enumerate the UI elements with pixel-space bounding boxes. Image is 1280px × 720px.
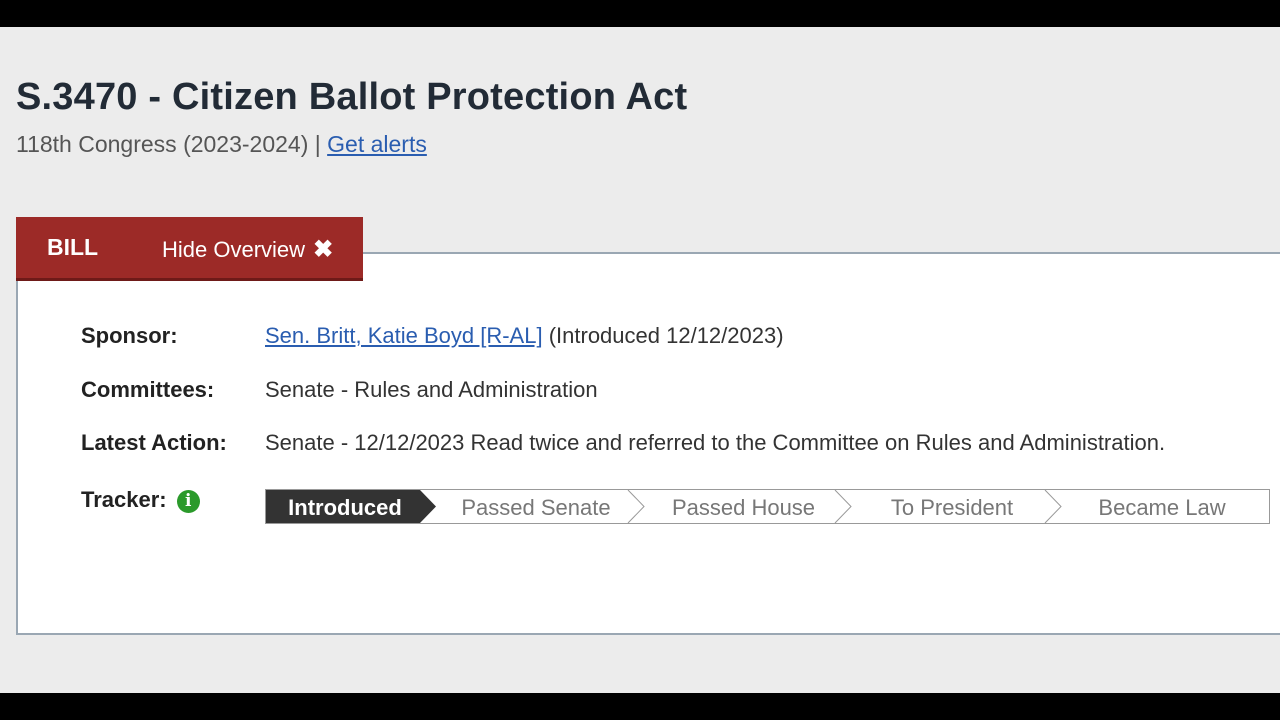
sponsor-label: Sponsor:: [81, 323, 178, 348]
hide-overview-button[interactable]: Hide Overview ✖: [162, 235, 333, 264]
sponsor-introduced-note: (Introduced 12/12/2023): [548, 323, 784, 348]
bill-progress-tracker: Introduced Passed Senate Passed House To Pr…: [265, 489, 1270, 524]
latest-action-value: Senate - 12/12/2023 Read twice and refer…: [265, 430, 1166, 455]
overview-tab-bar: BILL Hide Overview ✖: [16, 217, 363, 281]
congress-subtitle: 118th Congress (2023-2024) | Get alerts: [16, 131, 427, 158]
hide-overview-label: Hide Overview: [162, 237, 306, 262]
info-icon[interactable]: i: [176, 490, 200, 513]
sponsor-link[interactable]: Sen. Britt, Katie Boyd [R-AL]: [265, 323, 543, 348]
tracker-step-passed-senate: Passed Senate: [461, 495, 611, 520]
congress-label: 118th Congress (2023-2024) |: [16, 131, 321, 157]
tab-bill[interactable]: BILL: [47, 234, 98, 261]
tracker-step-passed-house: Passed House: [671, 495, 816, 520]
tracker-label: Tracker:: [81, 487, 167, 512]
tracker-step-to-president: To President: [890, 495, 1014, 520]
page-title: S.3470 - Citizen Ballot Protection Act: [16, 76, 688, 118]
close-icon: ✖: [313, 236, 334, 263]
tracker-step-introduced: Introduced: [288, 495, 402, 520]
get-alerts-link[interactable]: Get alerts: [327, 131, 427, 157]
tracker-label-row: Tracker: i: [81, 487, 200, 513]
sponsor-value: Sen. Britt, Katie Boyd [R-AL] (Introduce…: [265, 323, 784, 349]
tracker-step-became-law: Became Law: [1098, 495, 1226, 520]
page: S.3470 - Citizen Ballot Protection Act 1…: [0, 27, 1280, 693]
committees-label: Committees:: [81, 377, 215, 402]
latest-action-label: Latest Action:: [81, 430, 227, 455]
committees-value: Senate - Rules and Administration: [265, 377, 598, 402]
